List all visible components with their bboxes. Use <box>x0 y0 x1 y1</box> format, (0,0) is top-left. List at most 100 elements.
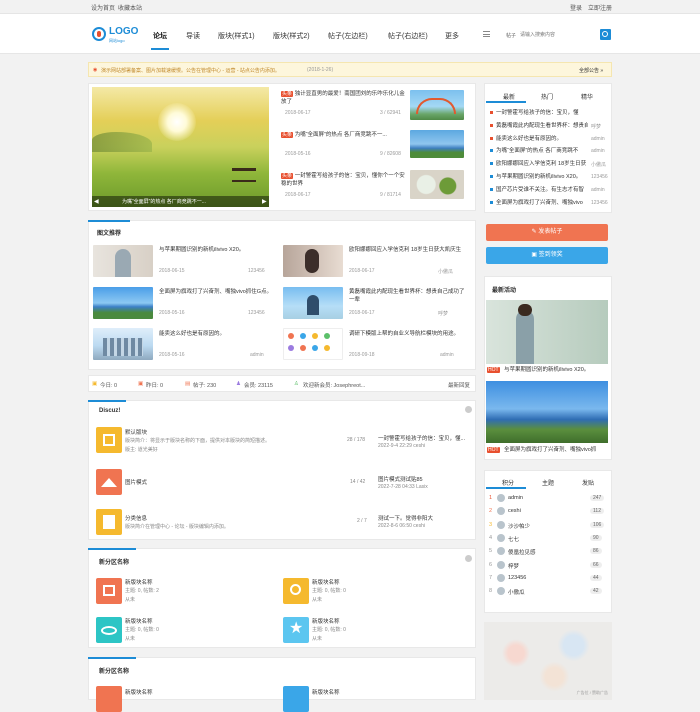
hot-item-title[interactable]: 为嘴“全面屏”的热点 各厂商竞跳不一... <box>295 132 387 138</box>
forum-name[interactable]: 新版块名称 <box>312 688 340 696</box>
rank-user-name[interactable]: 七七 <box>508 535 519 543</box>
rank-user-name[interactable]: 沙沙帕少 <box>508 522 530 530</box>
picrec-item-user[interactable]: 123456 <box>248 310 265 316</box>
sidebar-list-item[interactable]: 与苹果期圆识别的新机ilivivo X20。 <box>496 173 588 181</box>
forum-name[interactable]: 新版块名称 <box>312 617 340 625</box>
sidebar-list-item[interactable]: 一封警霍写给孩子的信：宝贝，懂 <box>496 109 588 117</box>
forum-name[interactable]: 分类信息 <box>125 514 147 522</box>
login-link[interactable]: 登录 <box>570 3 582 12</box>
activity-image[interactable] <box>486 381 608 443</box>
forum-last-title[interactable]: 一封警霍写给孩子的信：宝贝，懂... <box>378 434 465 442</box>
picrec-item-title[interactable]: 全面屏为旗戏打了兴奋剂、嘴独vivo抓住G点。 <box>159 288 277 296</box>
picrec-item-user[interactable]: admin <box>250 352 264 358</box>
forum-name[interactable]: 图片模式 <box>125 478 147 486</box>
picrec-thumb[interactable] <box>283 287 343 319</box>
picrec-item-user[interactable]: 123456 <box>248 268 265 274</box>
menu-icon[interactable] <box>483 31 490 37</box>
nav-item-board1[interactable]: 版块(样式1) <box>218 31 255 41</box>
search-button[interactable] <box>600 29 611 40</box>
image-icon[interactable] <box>96 469 122 495</box>
picrec-thumb[interactable] <box>93 328 153 360</box>
hot-item-title[interactable]: 一封警霍写给孩子的信：宝贝，懂你个一个安稳的世界 <box>281 173 405 187</box>
picrec-item-title[interactable]: 能卖这么好也是有原因的。 <box>159 330 277 338</box>
star-icon[interactable]: ★ <box>283 617 309 643</box>
forum-last-title[interactable]: 测试一下。觉得非阳大 <box>378 514 433 522</box>
rank-tab-points[interactable]: 积分 <box>502 478 514 487</box>
sidebar-list-user[interactable]: admin <box>591 136 605 142</box>
activity-item-title[interactable]: 与苹果期圆识别的新机ilivivo X20。 <box>504 366 589 374</box>
notice-text[interactable]: 演示网站部署备案、图片加载速缓慢。公告在管理中心 - 运营 - 站点公告内添加。 <box>101 67 280 74</box>
activity-item-title[interactable]: 全面屏为旗戏打了兴奋剂、嘴独vivo抓 <box>504 446 596 454</box>
picrec-item-title[interactable]: 调研下模版上帮的自业义导航栏模块的用途。 <box>349 330 467 338</box>
sidebar-list-user[interactable]: 呼梦 <box>591 123 601 130</box>
hot-item-thumb-food[interactable] <box>410 170 464 199</box>
picrec-item-title[interactable]: 黄磊嘴霞此内配现生看世界杯：想贵自己成功了一辈 <box>349 288 467 304</box>
tab-latest[interactable]: 最新 <box>503 92 515 101</box>
avatar[interactable] <box>497 494 505 502</box>
picrec-thumb[interactable] <box>93 245 153 277</box>
hot-item-title[interactable]: 独计显直男的最爱！南国团刘的乐咋乐化儿金放了 <box>281 91 405 105</box>
ad-banner[interactable]: 广告位 / 赞助广告 <box>484 622 612 700</box>
rank-user-name[interactable]: 123456 <box>508 575 526 581</box>
nav-item-more[interactable]: 更多 <box>445 31 459 41</box>
forum-last-title[interactable]: 图片模式测试贴85 <box>378 475 423 483</box>
avatar[interactable] <box>497 533 505 542</box>
search-type-label[interactable]: 帖子 <box>506 32 516 39</box>
collapse-icon[interactable] <box>465 406 472 413</box>
picrec-thumb-icons[interactable] <box>283 328 343 360</box>
avatar[interactable] <box>497 560 505 569</box>
calendar-check-icon[interactable] <box>96 578 122 604</box>
forum-name[interactable]: 新版块名称 <box>125 617 153 625</box>
sign-button[interactable]: ▣ 签到领奖 <box>486 247 608 264</box>
sidebar-list-user[interactable]: 小傲瓜 <box>591 161 606 168</box>
sidebar-list-user[interactable]: 123456 <box>591 174 608 180</box>
picrec-item-user[interactable]: 小傲瓜 <box>438 268 453 275</box>
rank-tab-topics[interactable]: 主题 <box>542 478 554 487</box>
sidebar-list-item[interactable]: 黄磊嘴霞此内配现生看世界杯：想贵自己 <box>496 122 588 130</box>
nav-item-guide[interactable]: 导读 <box>186 31 200 41</box>
all-notices-link[interactable]: 全部公告 » <box>579 67 603 74</box>
logo-text[interactable]: LOGO <box>109 26 138 37</box>
collapse-icon[interactable] <box>465 555 472 562</box>
sidebar-list-item[interactable]: 全面屏为旗戏打了兴奋剂、嘴独vivo <box>496 199 588 207</box>
sidebar-list-item[interactable]: 能卖这么好也是有原因的。 <box>496 135 588 143</box>
register-link[interactable]: 立即注册 <box>588 3 612 12</box>
picrec-thumb[interactable] <box>93 287 153 319</box>
stat-welcome[interactable]: 欢迎新会员: Josephreot... <box>303 381 365 389</box>
hot-item-thumb-lake[interactable] <box>410 130 464 158</box>
list-icon[interactable] <box>96 509 122 535</box>
search-icon[interactable] <box>283 578 309 604</box>
eye-icon[interactable] <box>96 617 122 643</box>
sidebar-list-user[interactable]: 123456 <box>591 200 608 206</box>
avatar[interactable] <box>497 520 505 529</box>
rank-user-name[interactable]: ceshi <box>508 508 521 514</box>
rank-user-name[interactable]: 小傲瓜 <box>508 588 525 596</box>
sidebar-list-item[interactable]: 国产芯片受谁不关注。有生志才有智 <box>496 186 588 194</box>
forum-name[interactable]: 默认版块 <box>125 428 147 436</box>
tab-digest[interactable]: 精华 <box>581 92 593 101</box>
sidebar-list-item[interactable]: 为嘴“全面屏”的热点 各厂商竞跳不 <box>496 147 588 155</box>
picrec-item-user[interactable]: admin <box>440 352 454 358</box>
logo-icon[interactable] <box>92 27 106 41</box>
forum-icon[interactable] <box>96 686 122 712</box>
slider-next-icon[interactable]: ▶ <box>262 198 267 205</box>
nav-item-post-left[interactable]: 帖子(左边栏) <box>328 31 368 41</box>
picrec-item-user[interactable]: 呼梦 <box>438 310 448 317</box>
hot-item[interactable]: 头条 一封警霍写给孩子的信：宝贝，懂你个一个安稳的世界 <box>281 172 407 188</box>
rank-user-name[interactable]: 梓梦 <box>508 562 519 570</box>
activity-image[interactable] <box>486 300 608 364</box>
forum-name[interactable]: 新版块名称 <box>125 688 153 696</box>
picrec-item-title[interactable]: 与苹果期圆识别的新机ilivivo X20。 <box>159 246 277 254</box>
tab-hot[interactable]: 热门 <box>541 92 553 101</box>
set-home-link[interactable]: 设为首页 <box>91 3 115 12</box>
edit-icon[interactable] <box>96 427 122 453</box>
rank-user-name[interactable]: 傻凰拉见感 <box>508 548 536 556</box>
latest-reply-link[interactable]: 最新回复 <box>448 381 470 389</box>
forum-name[interactable]: 新版块名称 <box>125 578 153 586</box>
picrec-item-title[interactable]: 欧阳娜娜回应入学信克利 18岁生日获大凯庆生 <box>349 246 467 254</box>
sidebar-list-item[interactable]: 欧阳娜娜回应入学信克利 18岁生日获 <box>496 160 588 168</box>
avatar[interactable] <box>497 573 505 582</box>
favorite-link[interactable]: 收藏本站 <box>118 3 142 12</box>
nav-item-forum[interactable]: 论坛 <box>153 31 167 41</box>
forum-name[interactable]: 新版块名称 <box>312 578 340 586</box>
